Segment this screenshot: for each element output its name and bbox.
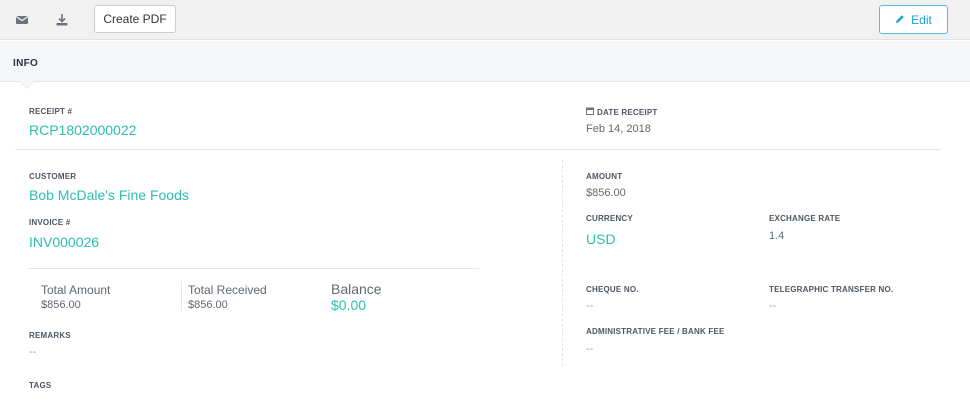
receipt-number[interactable]: RCP1802000022 <box>29 122 136 138</box>
envelope-icon[interactable] <box>14 12 30 28</box>
section-divider <box>15 149 941 150</box>
customer-label: CUSTOMER <box>29 172 77 181</box>
tags-label: TAGS <box>29 381 52 390</box>
balance-value: $0.00 <box>331 297 367 313</box>
invoice-number[interactable]: INV000026 <box>29 234 99 250</box>
edit-button[interactable]: Edit <box>879 5 948 34</box>
calendar-icon <box>586 107 594 117</box>
toolbar: Create PDF Edit <box>0 0 970 40</box>
totals-divider <box>29 268 479 269</box>
balance-label: Balance <box>331 281 382 297</box>
currency-label: CURRENCY <box>586 214 633 223</box>
total-received-label: Total Received <box>188 283 267 297</box>
tab-info[interactable]: INFO <box>13 58 38 69</box>
active-tab-indicator-fill <box>20 81 34 88</box>
admin-fee-value: -- <box>586 343 594 355</box>
remarks-label: REMARKS <box>29 331 71 340</box>
invoice-label: INVOICE # <box>29 218 71 227</box>
receipt-number-label: RECEIPT # <box>29 107 73 116</box>
date-receipt-label: DATE RECEIPT <box>597 107 658 117</box>
date-receipt: Feb 14, 2018 <box>586 123 651 135</box>
edit-button-label: Edit <box>911 12 932 27</box>
admin-fee-label: ADMINISTRATIVE FEE / BANK FEE <box>586 327 725 336</box>
exchange-rate-value: 1.4 <box>769 230 785 242</box>
pencil-icon <box>895 13 905 27</box>
date-receipt-label-group: DATE RECEIPT <box>586 107 657 117</box>
cheque-value: -- <box>586 300 594 312</box>
amount-label: AMOUNT <box>586 172 623 181</box>
column-separator <box>562 160 563 366</box>
customer-name[interactable]: Bob McDale's Fine Foods <box>29 187 189 203</box>
total-received: $856.00 <box>188 299 228 311</box>
total-amount-label: Total Amount <box>41 283 111 297</box>
remarks-value: -- <box>29 346 37 358</box>
exchange-rate-label: EXCHANGE RATE <box>769 214 841 223</box>
total-amount: $856.00 <box>41 299 81 311</box>
totals-separator <box>181 281 182 311</box>
create-pdf-button[interactable]: Create PDF <box>94 5 176 33</box>
telegraphic-transfer-value: -- <box>769 300 777 312</box>
telegraphic-transfer-label: TELEGRAPHIC TRANSFER NO. <box>769 285 894 294</box>
download-icon[interactable] <box>54 12 70 28</box>
amount-value: $856.00 <box>586 187 626 199</box>
currency-value: USD <box>586 231 616 247</box>
cheque-label: CHEQUE NO. <box>586 285 639 294</box>
tab-bar: INFO <box>0 41 970 82</box>
